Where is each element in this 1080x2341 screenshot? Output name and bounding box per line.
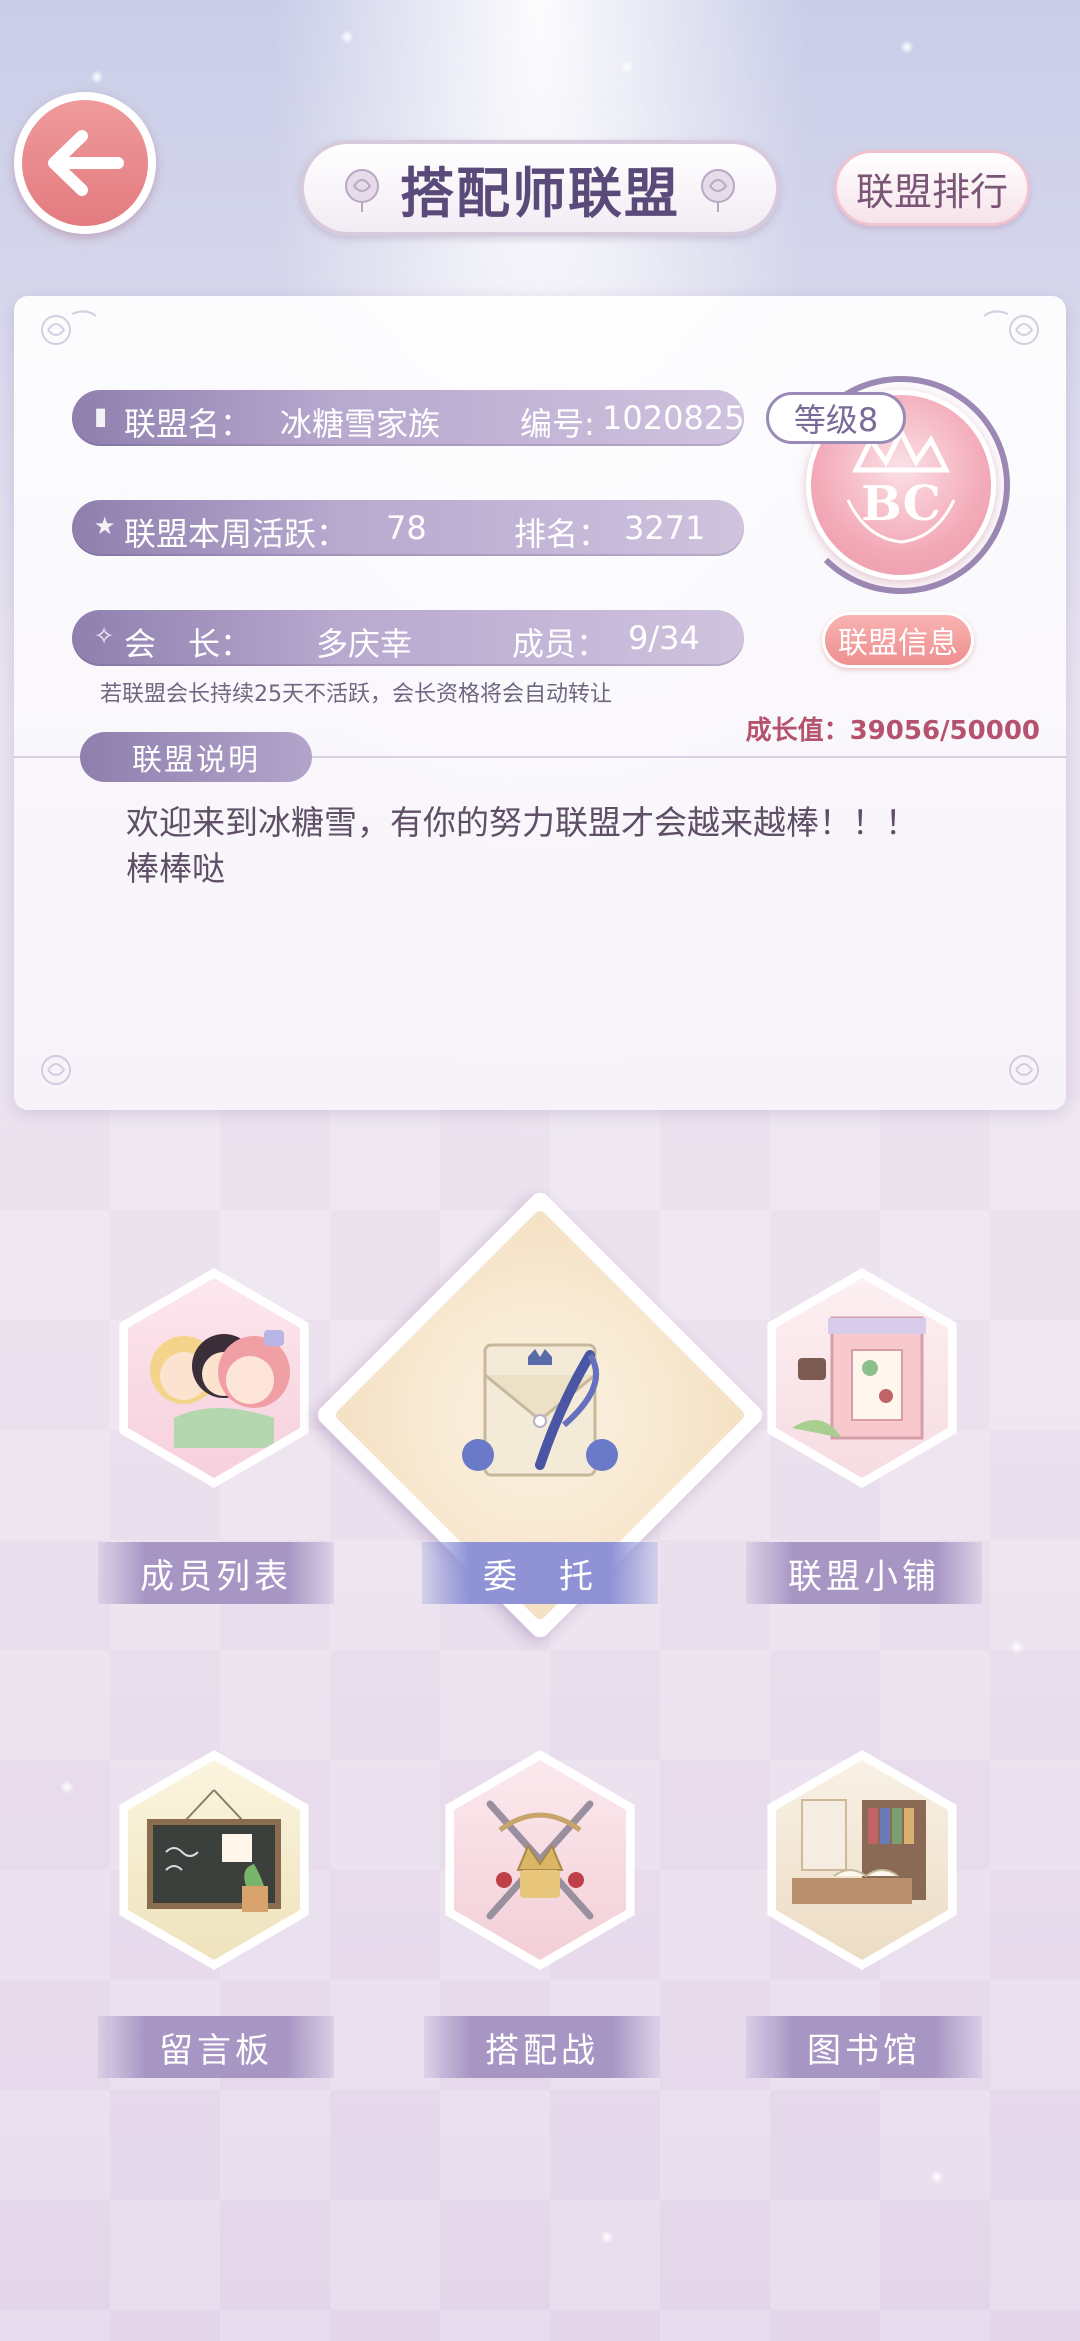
sparkle bbox=[340, 30, 354, 44]
arrow-left-icon bbox=[48, 130, 124, 196]
chalkboard-icon bbox=[147, 1789, 281, 1912]
members-count: 9/34 bbox=[628, 619, 700, 657]
alliance-id-label: 编号: bbox=[520, 405, 595, 443]
member-list-tile[interactable] bbox=[104, 1268, 324, 1508]
alliance-name-row: ▮ 联盟名： 冰糖雪家族 编号: 1020825 bbox=[72, 390, 745, 446]
page-title: 搭配师联盟 bbox=[400, 160, 680, 225]
sparkle bbox=[600, 2230, 614, 2244]
message-board-label[interactable]: 留言板 bbox=[98, 2016, 334, 2078]
weekly-activity-label: 联盟本周活跃： bbox=[124, 515, 349, 553]
corner-rose-icon bbox=[1009, 1055, 1039, 1085]
envelope-quill-icon bbox=[462, 1343, 618, 1477]
alliance-description-label: 联盟说明 bbox=[80, 732, 312, 782]
leader-transfer-notice: 若联盟会长持续25天不活跃，会长资格将会自动转让 bbox=[100, 682, 612, 707]
alliance-ranking-button[interactable]: 联盟排行 bbox=[834, 150, 1030, 226]
alliance-activity-row: ★ 联盟本周活跃： 78 排名： 3271 bbox=[72, 500, 744, 556]
message-board-tile[interactable] bbox=[104, 1750, 324, 1990]
sparkle bbox=[930, 2170, 944, 2184]
outfit-battle-label[interactable]: 搭配战 bbox=[424, 2016, 660, 2078]
rank-label: 排名： bbox=[514, 515, 611, 553]
corner-rose-icon bbox=[41, 310, 97, 345]
alliance-name: 冰糖雪家族 bbox=[280, 405, 441, 443]
commission-label[interactable]: 委 托 bbox=[422, 1542, 658, 1604]
shop-storefront-icon bbox=[792, 1316, 926, 1440]
sparkle-icon: ✧ bbox=[94, 622, 115, 650]
crossed-swords-crest-icon bbox=[486, 1800, 594, 1920]
alliance-info-button[interactable]: 联盟信息 bbox=[822, 612, 974, 668]
commission-tile[interactable] bbox=[313, 1188, 767, 1642]
library-tile[interactable] bbox=[752, 1750, 972, 1990]
alliance-description-text: 欢迎来到冰糖雪，有你的努力联盟才会越来越棒！！！ 棒棒哒 bbox=[126, 803, 918, 888]
library-books-icon bbox=[792, 1799, 926, 1904]
alliance-leader-row: ✧ 会 长： 多庆幸 成员： 9/34 bbox=[72, 610, 744, 666]
corner-rose-icon bbox=[41, 1055, 71, 1085]
outfit-battle-tile[interactable] bbox=[430, 1750, 650, 1990]
members-label: 成员： bbox=[512, 625, 609, 663]
sparkle bbox=[90, 70, 104, 84]
member-list-label[interactable]: 成员列表 bbox=[98, 1542, 334, 1604]
sparkle bbox=[60, 1780, 74, 1794]
library-label[interactable]: 图书馆 bbox=[746, 2016, 982, 2078]
alliance-level-badge: 等级8 bbox=[766, 392, 906, 444]
svg-text:BC: BC bbox=[861, 476, 941, 532]
book-icon: ▮ bbox=[94, 402, 108, 430]
leader-label: 会 长： bbox=[124, 625, 253, 663]
weekly-activity-value: 78 bbox=[386, 509, 427, 547]
rank-value: 3271 bbox=[624, 509, 706, 547]
alliance-name-label: 联盟名： bbox=[124, 405, 253, 443]
sparkle bbox=[1010, 1640, 1024, 1654]
members-illustration-icon bbox=[150, 1330, 290, 1448]
sparkle bbox=[620, 60, 634, 74]
alliance-id: 1020825 bbox=[602, 399, 745, 437]
page-title-plaque: 搭配师联盟 bbox=[300, 140, 780, 236]
rose-icon bbox=[701, 169, 735, 212]
sparkle bbox=[900, 40, 914, 54]
growth-value: 成长值：39056/50000 bbox=[745, 716, 1040, 746]
alliance-shop-tile[interactable] bbox=[752, 1268, 972, 1508]
alliance-shop-label[interactable]: 联盟小铺 bbox=[746, 1542, 982, 1604]
rose-icon bbox=[345, 169, 379, 212]
leader-name: 多庆幸 bbox=[316, 625, 413, 663]
star-icon: ★ bbox=[94, 512, 116, 540]
corner-rose-icon bbox=[983, 310, 1039, 345]
back-button[interactable] bbox=[14, 92, 156, 234]
